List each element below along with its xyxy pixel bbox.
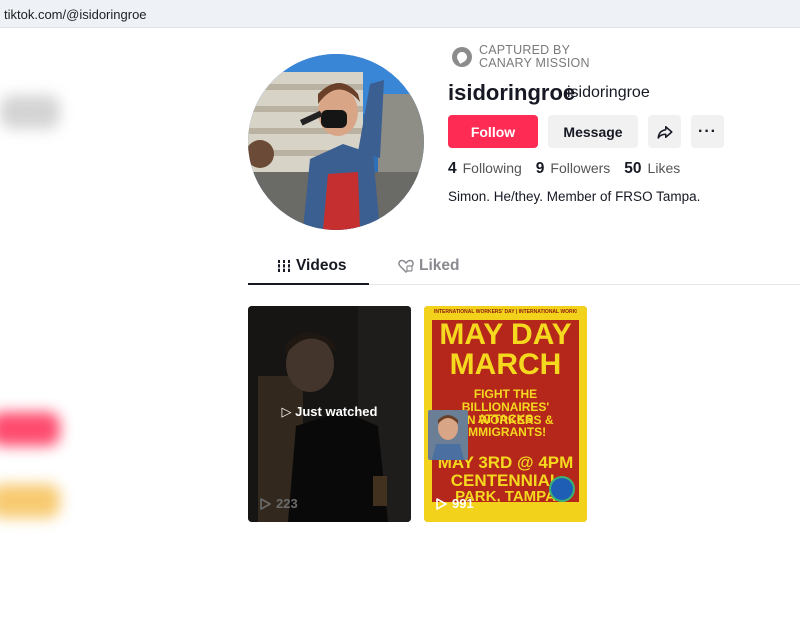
- poster-inset-photo: [428, 410, 468, 460]
- video-view-count: 991: [436, 496, 474, 511]
- video-card[interactable]: ▷ Just watched 223: [248, 306, 411, 522]
- blurred-sidebar-button: [0, 412, 60, 446]
- poster-line: MARCH: [449, 348, 562, 381]
- profile-avatar[interactable]: [248, 54, 424, 230]
- liked-heart-icon: [398, 259, 414, 273]
- followers-count: 9: [535, 160, 545, 177]
- just-watched-overlay: ▷ Just watched: [248, 404, 411, 420]
- video-view-count: 223: [260, 496, 298, 511]
- following-label: Following: [462, 160, 522, 176]
- view-count-value: 223: [276, 496, 298, 511]
- profile-bio: Simon. He/they. Member of FRSO Tampa.: [448, 189, 701, 204]
- follow-button[interactable]: Follow: [448, 115, 538, 148]
- share-icon: [657, 125, 672, 139]
- profile-stats: 4 Following 9 Followers 50 Likes: [448, 160, 694, 178]
- watermark-line-2: CANARY MISSION: [479, 56, 590, 70]
- likes-label: Likes: [647, 160, 681, 176]
- poster-line: MAY DAY: [439, 318, 572, 351]
- tab-videos[interactable]: Videos: [277, 257, 347, 275]
- blurred-sidebar-element: [0, 95, 60, 129]
- poster-line: FIGHT THE: [473, 387, 538, 401]
- stat-followers[interactable]: 9 Followers: [536, 160, 611, 178]
- followers-label: Followers: [550, 160, 611, 176]
- avatar-photo: [248, 54, 424, 230]
- frso-logo-icon: [549, 476, 575, 502]
- likes-count: 50: [624, 160, 642, 177]
- profile-nickname: isidoringroe: [567, 84, 650, 101]
- stat-likes: 50 Likes: [624, 160, 680, 178]
- stat-following[interactable]: 4 Following: [448, 160, 522, 178]
- browser-address-bar[interactable]: tiktok.com/@isidoringroe: [0, 0, 800, 28]
- play-icon: [436, 497, 447, 510]
- tab-videos-label: Videos: [296, 257, 347, 274]
- poster-banner-text: INTERNATIONAL WORKERS' DAY | INTERNATION…: [434, 309, 577, 315]
- canary-logo-icon: [452, 47, 472, 67]
- may-day-poster-thumbnail: INTERNATIONAL WORKERS' DAY | INTERNATION…: [424, 306, 587, 522]
- active-tab-indicator: [248, 283, 369, 285]
- share-button[interactable]: [648, 115, 681, 148]
- canary-mission-watermark: CAPTURED BY CANARY MISSION: [452, 44, 590, 70]
- message-button[interactable]: Message: [548, 115, 638, 148]
- profile-tabs: Videos Liked: [248, 253, 800, 285]
- tab-liked-label: Liked: [419, 257, 460, 274]
- video-card[interactable]: INTERNATIONAL WORKERS' DAY | INTERNATION…: [424, 306, 587, 522]
- url-text[interactable]: tiktok.com/@isidoringroe: [4, 7, 147, 22]
- blurred-sidebar-badge: [0, 484, 60, 518]
- more-options-button[interactable]: ···: [691, 115, 724, 148]
- just-watched-label: Just watched: [295, 404, 378, 419]
- play-icon: [260, 497, 271, 510]
- following-count: 4: [448, 160, 457, 177]
- grid-icon: [277, 260, 291, 272]
- profile-username: isidoringroe: [448, 80, 576, 105]
- tab-liked[interactable]: Liked: [398, 257, 459, 275]
- view-count-value: 991: [452, 496, 474, 511]
- play-icon: ▷: [281, 404, 296, 419]
